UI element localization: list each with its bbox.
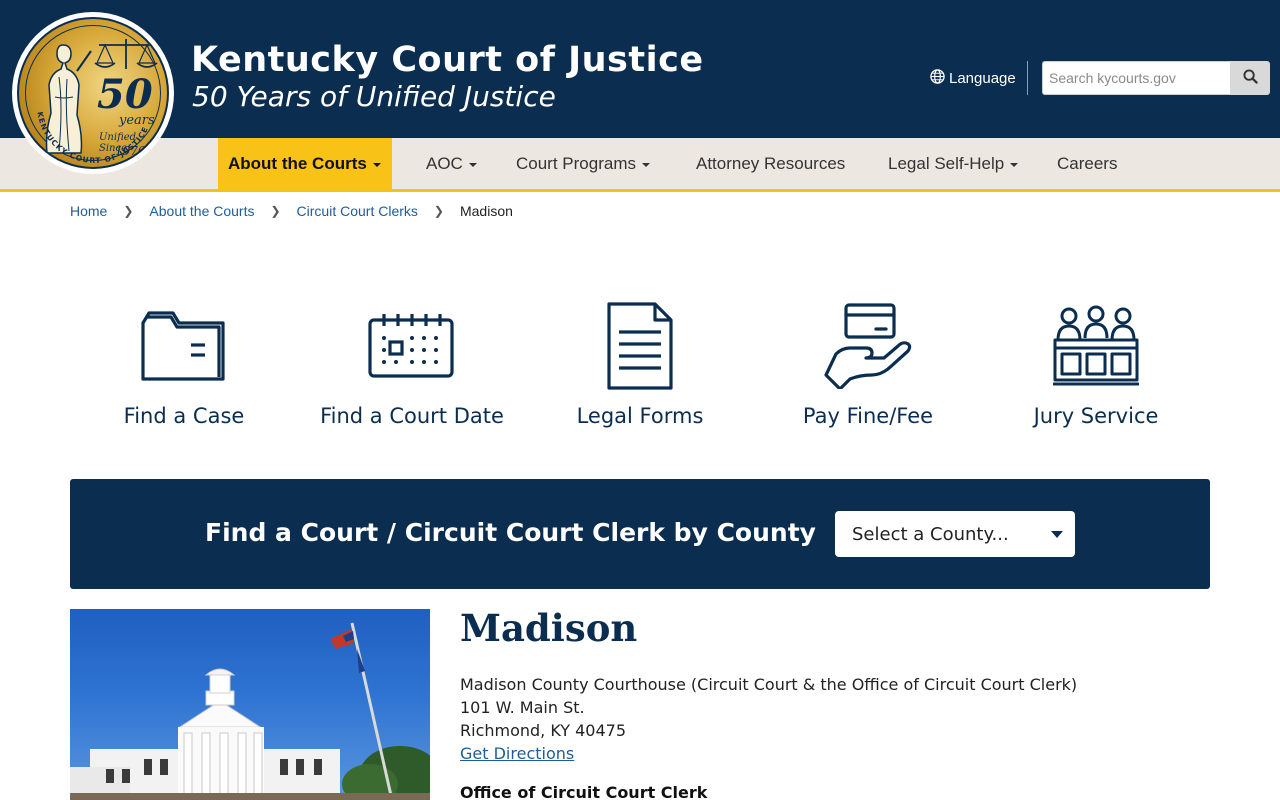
county-select[interactable]: Select a County... <box>835 511 1075 557</box>
court-address: Madison County Courthouse (Circuit Court… <box>460 673 1077 765</box>
nav-label: Legal Self-Help <box>888 153 1005 173</box>
svg-text:KENTUCKY COURT OF JUSTICE: KENTUCKY COURT OF JUSTICE <box>35 111 150 165</box>
nav-label: Attorney Resources <box>696 153 846 173</box>
seal-medallion: 50 years Unified Since 1976 KENTUCKY COU… <box>17 17 169 169</box>
chevron-right-icon: ❯ <box>123 204 134 218</box>
caret-down-icon <box>372 162 381 167</box>
quick-link-label: Legal Forms <box>576 404 704 428</box>
search-icon <box>1242 68 1258 88</box>
chevron-right-icon: ❯ <box>433 204 444 218</box>
breadcrumb: Home ❯ About the Courts ❯ Circuit Court … <box>70 203 513 219</box>
nav-legal-self-help[interactable]: Legal Self-Help <box>888 138 1019 189</box>
quick-link-legal-forms[interactable]: Legal Forms <box>526 300 754 428</box>
caret-down-icon <box>468 162 477 167</box>
court-seal-logo[interactable]: 50 years Unified Since 1976 KENTUCKY COU… <box>12 12 174 174</box>
nav-careers[interactable]: Careers <box>1057 138 1117 189</box>
nav-label: AOC <box>426 153 463 173</box>
nav-court-programs[interactable]: Court Programs <box>516 138 650 189</box>
county-finder: Find a Court / Circuit Court Clerk by Co… <box>70 479 1210 589</box>
calendar-icon <box>364 300 460 392</box>
get-directions-link[interactable]: Get Directions <box>460 744 574 763</box>
breadcrumb-about-the-courts[interactable]: About the Courts <box>149 203 254 219</box>
quick-link-find-a-court-date[interactable]: Find a Court Date <box>298 300 526 428</box>
nav-label: About the Courts <box>228 153 367 173</box>
quick-link-find-a-case[interactable]: Find a Case <box>70 300 298 428</box>
hand-card-icon <box>820 300 916 392</box>
quick-link-label: Find a Case <box>123 404 245 428</box>
court-name: Madison <box>460 606 638 650</box>
breadcrumb-home[interactable]: Home <box>70 203 107 219</box>
language-button[interactable]: Language <box>930 68 1016 88</box>
nav-attorney-resources[interactable]: Attorney Resources <box>696 138 845 189</box>
clerk-office-heading: Office of Circuit Court Clerk <box>460 783 708 800</box>
seal-ring-text: KENTUCKY COURT OF JUSTICE <box>35 111 150 165</box>
breadcrumb-circuit-court-clerks[interactable]: Circuit Court Clerks <box>297 203 418 219</box>
quick-link-label: Jury Service <box>1033 404 1159 428</box>
caret-down-icon <box>641 162 650 167</box>
court-city: Richmond, KY 40475 <box>460 721 627 740</box>
globe-icon <box>930 68 945 88</box>
language-label: Language <box>949 69 1016 87</box>
site-subtitle: 50 Years of Unified Justice <box>192 80 556 113</box>
site-header: Kentucky Court of Justice 50 Years of Un… <box>0 0 1280 138</box>
quick-link-pay-fine-fee[interactable]: Pay Fine/Fee <box>754 300 982 428</box>
breadcrumb-current: Madison <box>459 203 513 219</box>
header-divider <box>1027 61 1028 95</box>
nav-label: Careers <box>1057 153 1118 173</box>
search-button[interactable] <box>1230 61 1270 95</box>
nav-aoc[interactable]: AOC <box>426 138 477 189</box>
caret-down-icon <box>1051 531 1063 538</box>
courthouse-photo <box>70 609 430 800</box>
folder-icon <box>136 300 232 392</box>
search-input[interactable] <box>1042 61 1230 95</box>
quick-link-label: Find a Court Date <box>320 404 504 428</box>
chevron-right-icon: ❯ <box>270 204 281 218</box>
nav-about-the-courts[interactable]: About the Courts <box>218 138 392 189</box>
quick-link-label: Pay Fine/Fee <box>802 404 934 428</box>
caret-down-icon <box>1010 162 1019 167</box>
county-finder-heading: Find a Court / Circuit Court Clerk by Co… <box>205 518 816 547</box>
nav-label: Court Programs <box>516 153 636 173</box>
site-title[interactable]: Kentucky Court of Justice <box>191 40 704 80</box>
county-select-value: Select a County... <box>852 523 1009 545</box>
document-icon <box>592 300 688 392</box>
main-nav: About the Courts AOC Court Programs Atto… <box>0 138 1280 192</box>
court-building: Madison County Courthouse (Circuit Court… <box>460 675 1078 694</box>
court-street: 101 W. Main St. <box>460 698 585 717</box>
jury-box-icon <box>1048 300 1144 392</box>
quick-link-jury-service[interactable]: Jury Service <box>982 300 1210 428</box>
